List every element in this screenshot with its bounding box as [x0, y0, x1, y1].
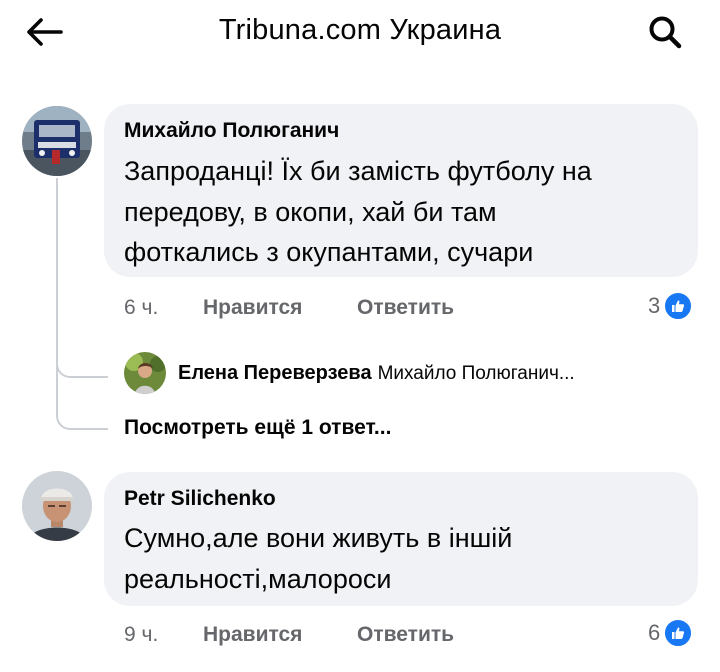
comment-author[interactable]: Petr Silichenko [124, 487, 276, 511]
comment-time[interactable]: 9 ч. [124, 623, 158, 647]
comment-text-line: реальності,малороси [124, 564, 392, 594]
reply-button[interactable]: Ответить [357, 296, 454, 320]
like-button[interactable]: Нравится [203, 623, 302, 647]
comment-text-line: передову, в окопи, хай би там [124, 197, 497, 227]
thumbs-up-icon [663, 618, 694, 648]
like-button[interactable]: Нравится [203, 296, 302, 320]
comment-text-line: фоткались з окупантами, сучари [124, 237, 534, 267]
reaction-count[interactable]: 3 [648, 291, 694, 321]
page-title: Tribuna.com Украина [218, 14, 502, 46]
comment-author[interactable]: Михайло Полюганич [124, 119, 339, 143]
comment-text-line: Сумно,але вони живуть в іншій [124, 523, 513, 553]
reply-author: Елена Переверзева [178, 362, 372, 384]
view-more-replies-link[interactable]: Посмотреть ещё 1 ответ... [124, 416, 391, 440]
reaction-number: 3 [648, 293, 661, 318]
search-icon [649, 16, 682, 49]
reply-button[interactable]: Ответить [357, 623, 454, 647]
reaction-number: 6 [648, 620, 661, 645]
reaction-count[interactable]: 6 [648, 618, 694, 648]
search-button[interactable] [640, 10, 690, 54]
avatar-image [124, 352, 166, 394]
avatar-elena[interactable] [124, 352, 166, 394]
reply-preview[interactable]: Елена Переверзева Михайло Полюганич... [178, 362, 575, 385]
avatar-petr[interactable] [22, 471, 92, 541]
comment-text-line: Запроданці! Їх би замість футболу на [124, 156, 592, 186]
avatar-image [22, 471, 92, 541]
reply-text: Михайло Полюганич... [377, 363, 575, 384]
avatar-image [22, 106, 92, 176]
thumbs-up-icon [663, 291, 694, 321]
comment-time[interactable]: 6 ч. [124, 296, 158, 320]
top-bar: Tribuna.com Украина [0, 0, 720, 62]
avatar-mykhailo[interactable] [22, 106, 92, 176]
thread-elbow [56, 352, 108, 430]
